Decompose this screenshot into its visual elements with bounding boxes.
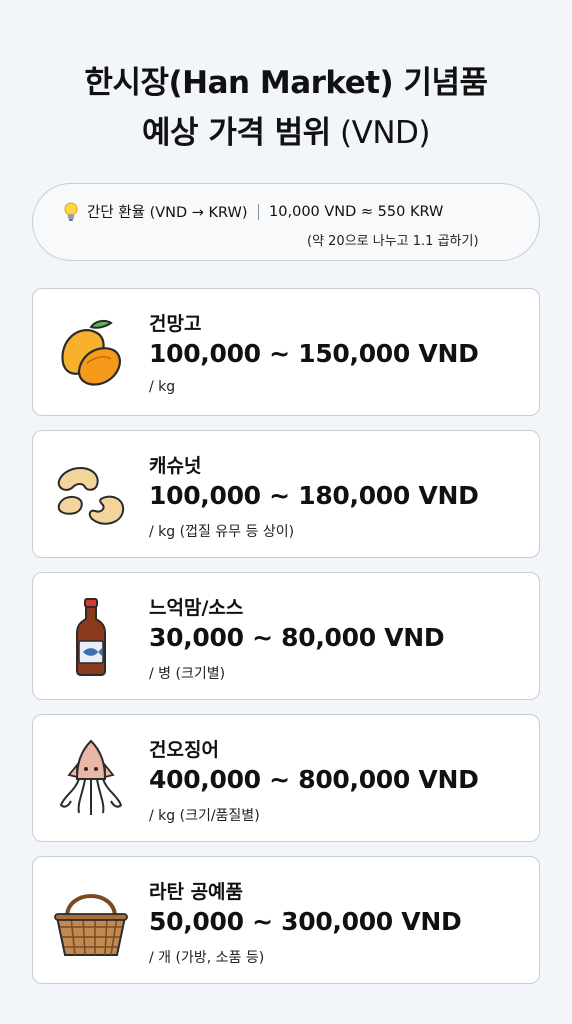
- title-line-1: 한시장(Han Market) 기념품: [84, 65, 488, 101]
- item-card-cashew: 캐슈넛 100,000 ~ 180,000 VND / kg (껍질 유무 등 …: [32, 430, 540, 558]
- item-price: 100,000 ~ 150,000 VND: [149, 339, 479, 368]
- rattan-basket-icon: [54, 894, 128, 956]
- item-price: 50,000 ~ 300,000 VND: [149, 907, 462, 936]
- lightbulb-icon: [64, 202, 78, 221]
- title-line-2: 예상 가격 범위 (VND): [0, 108, 572, 158]
- item-price: 30,000 ~ 80,000 VND: [149, 623, 445, 652]
- item-name: 캐슈넛: [149, 455, 202, 477]
- item-name: 라탄 공예품: [149, 881, 244, 903]
- item-unit: / kg: [149, 379, 176, 395]
- divider: [257, 203, 260, 220]
- exchange-tip: (약 20으로 나누고 1.1 곱하기): [307, 234, 479, 249]
- dried-squid-icon: [59, 739, 123, 815]
- item-card-rattan-crafts: 라탄 공예품 50,000 ~ 300,000 VND / 개 (가방, 소품 …: [32, 856, 540, 984]
- item-name: 건망고: [149, 313, 202, 335]
- item-unit: / 개 (가방, 소품 등): [149, 950, 265, 966]
- dried-mango-icon: [61, 319, 121, 386]
- item-price: 100,000 ~ 180,000 VND: [149, 481, 479, 510]
- fish-sauce-bottle-icon: [76, 598, 106, 676]
- exchange-label: 간단 환율 (VND → KRW): [87, 205, 248, 221]
- exchange-rate-box: 간단 환율 (VND → KRW) 10,000 VND ≈ 550 KRW (…: [32, 183, 540, 261]
- item-card-dried-mango: 건망고 100,000 ~ 150,000 VND / kg: [32, 288, 540, 416]
- item-unit: / kg (크기/품질별): [149, 808, 260, 824]
- item-price: 400,000 ~ 800,000 VND: [149, 765, 479, 794]
- cashew-icon: [57, 467, 125, 525]
- item-name: 느억맘/소스: [149, 597, 244, 619]
- item-unit: / 병 (크기별): [149, 666, 226, 682]
- exchange-rate-value: 10,000 VND ≈ 550 KRW: [269, 203, 444, 220]
- page-title: 한시장(Han Market) 기념품 예상 가격 범위 (VND): [0, 58, 572, 158]
- item-card-fish-sauce: 느억맘/소스 30,000 ~ 80,000 VND / 병 (크기별): [32, 572, 540, 700]
- item-name: 건오징어: [149, 739, 219, 761]
- title-line-2-main: 예상 가격 범위: [141, 115, 331, 151]
- item-card-dried-squid: 건오징어 400,000 ~ 800,000 VND / kg (크기/품질별): [32, 714, 540, 842]
- title-line-2-currency: (VND): [330, 115, 431, 151]
- item-unit: / kg (껍질 유무 등 상이): [149, 524, 295, 540]
